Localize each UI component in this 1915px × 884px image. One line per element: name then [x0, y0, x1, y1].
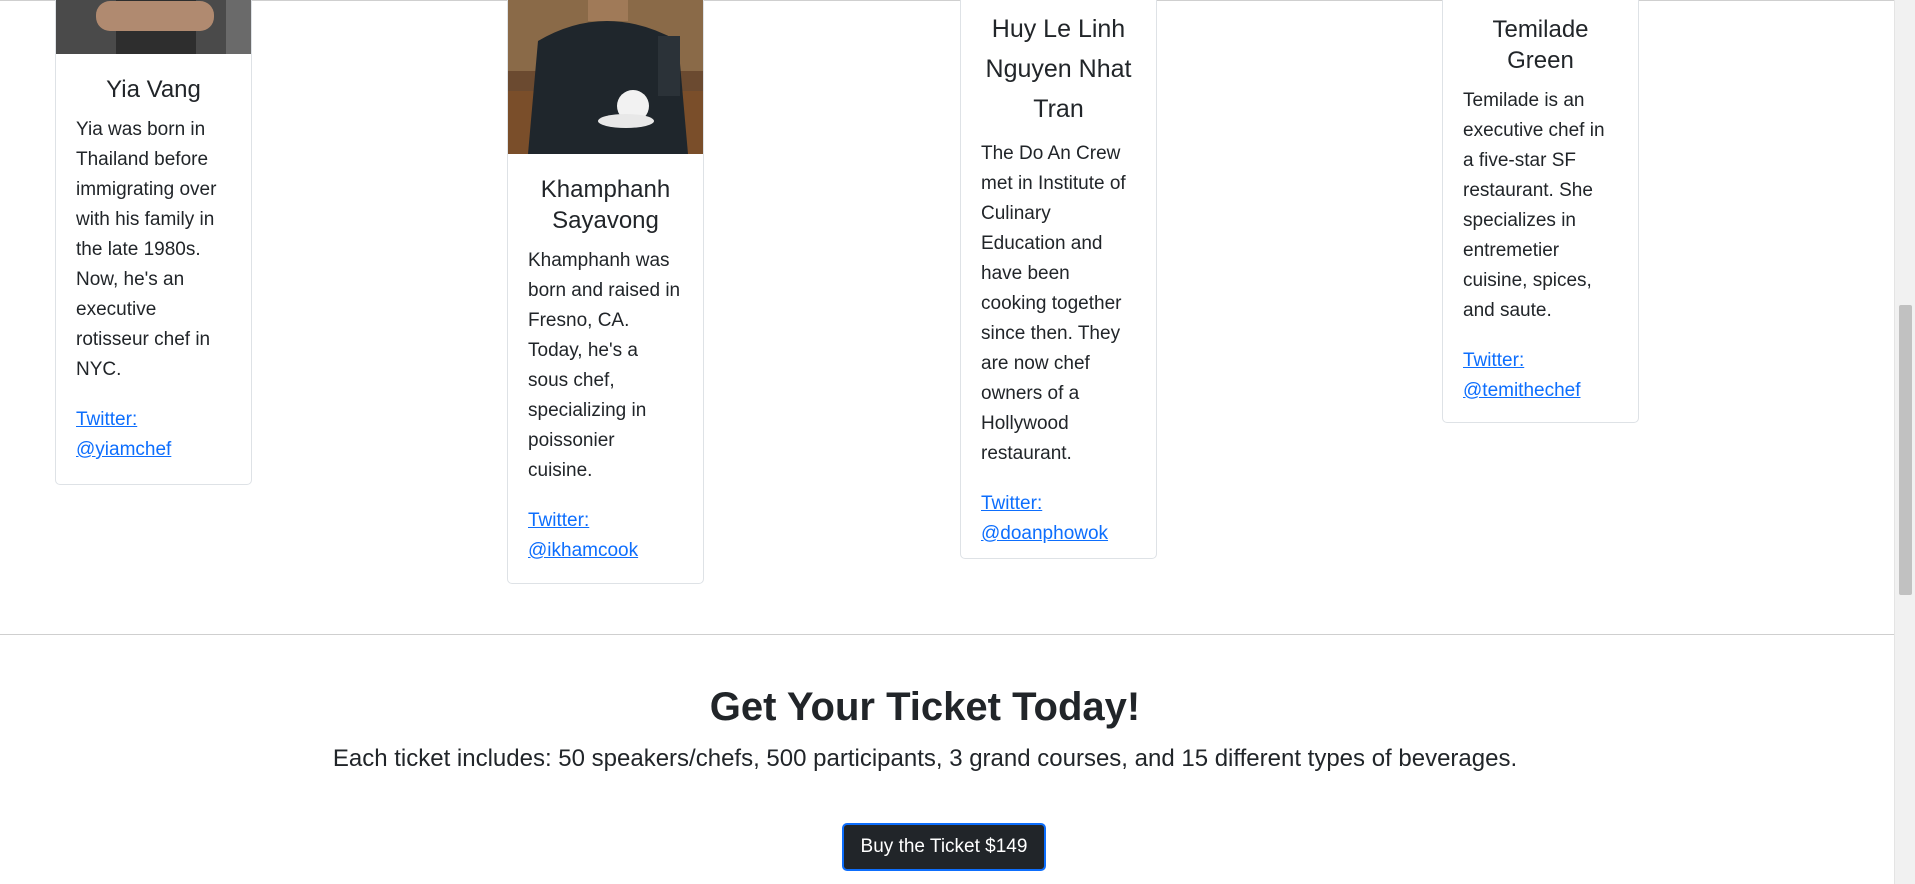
speaker-card-do-an-crew: Huy Le Linh Nguyen Nhat Tran The Do An C… — [960, 0, 1157, 559]
speaker-name: Khamphanh Sayavong — [540, 176, 671, 234]
page: Yia Vang Yia was born in Thailand before… — [0, 0, 1915, 884]
ticket-heading: Get Your Ticket Today! — [709, 685, 1141, 729]
speaker-photo — [508, 0, 703, 154]
speaker-bio: The Do An Crew met in Institute of Culin… — [981, 143, 1126, 464]
speaker-name: Temilade Green — [1492, 16, 1589, 74]
speaker-name: Huy Le Linh Nguyen Nhat Tran — [985, 15, 1132, 123]
speaker-bio: Yia was born in Thailand before immigrat… — [76, 119, 217, 380]
scrollbar-thumb[interactable] — [1899, 305, 1912, 595]
speaker-twitter-link[interactable]: Twitter: @doanphowok — [981, 489, 1136, 549]
speaker-twitter-link[interactable]: Twitter: @yiamchef — [76, 405, 231, 465]
speaker-name: Yia Vang — [106, 76, 201, 103]
speaker-photo — [56, 0, 251, 54]
speaker-bio: Temilade is an executive chef in a five-… — [1463, 90, 1605, 321]
speaker-twitter-link[interactable]: Twitter: @temithechef — [1463, 346, 1618, 406]
section-divider — [0, 634, 1894, 635]
buy-ticket-button[interactable]: Buy the Ticket $149 — [842, 823, 1046, 871]
speaker-card-khamphanh-sayavong: Khamphanh Sayavong Khamphanh was born an… — [507, 0, 704, 584]
speaker-bio: Khamphanh was born and raised in Fresno,… — [528, 250, 681, 481]
vertical-scrollbar[interactable] — [1894, 0, 1915, 884]
speaker-card-temilade-green: Temilade Green Temilade is an executive … — [1442, 0, 1639, 423]
ticket-description: Each ticket includes: 50 speakers/chefs,… — [332, 745, 1518, 772]
speaker-twitter-link[interactable]: Twitter: @ikhamcook — [528, 506, 683, 566]
speaker-card-yia-vang: Yia Vang Yia was born in Thailand before… — [55, 0, 252, 485]
